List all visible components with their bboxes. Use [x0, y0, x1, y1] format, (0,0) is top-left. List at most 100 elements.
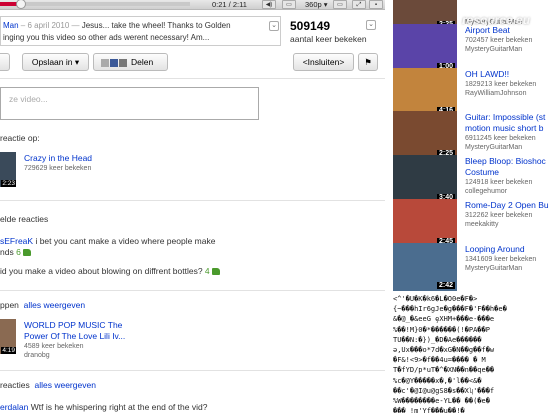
sidebar-video-item[interactable]: 3:40 Bleep Bloop: Bioshoc Costume 124918 ke… — [393, 155, 550, 203]
flag-button[interactable]: ⚑ — [358, 53, 378, 71]
video-duration: 2:42 — [436, 282, 455, 289]
video-uploader: meekakitty — [465, 221, 499, 228]
facebook-icon — [110, 58, 118, 67]
save-to-label: Opslaan in — [31, 57, 73, 67]
uploader-link[interactable]: Man — [3, 21, 19, 30]
email-icon — [101, 58, 109, 67]
video-title-link[interactable]: Power Of The Love Lili Iv... — [24, 331, 125, 341]
description-text: Jesus... take the wheel! Thanks to Golde… — [79, 21, 231, 30]
comment-text: i bet you cant make a video where people… — [33, 236, 216, 246]
cc-icon[interactable]: ▪ — [369, 0, 383, 9]
video-views: 4589 keer bekeken — [24, 343, 84, 350]
video-views: 312262 keer bekeken — [465, 212, 533, 219]
corrupted-text-line: %c�@Y�����x�,�'l��<&� — [393, 376, 482, 385]
corrupted-text-line: �F&!<9>�f��4u=���� � M — [393, 356, 486, 365]
sidebar-video-item[interactable]: 2:25 Guitar: Impossible (st motion music s… — [393, 111, 550, 159]
video-uploader: MysteryGuitarMan — [465, 46, 523, 53]
video-thumbnail[interactable]: 3:40 — [393, 155, 457, 203]
video-title-link[interactable]: Crazy in the Head — [24, 153, 92, 163]
upload-date: – 6 april 2010 — — [18, 21, 80, 30]
video-title-link[interactable]: Costume — [465, 167, 550, 178]
corrupted-text-line: &�@_�&eeG ȩXHM+���e-���e — [393, 315, 495, 324]
video-thumbnail[interactable]: 2:25 — [393, 111, 457, 159]
twitter-icon — [119, 58, 127, 67]
share-icons — [101, 55, 128, 71]
video-views: 1341609 keer bekeken — [465, 256, 537, 263]
corrupted-text-line: TU��N:�})_�D�Ae������ — [393, 335, 482, 344]
sidebar-video-item[interactable]: 1:00 Airport Beat 702457 keer bekeken Myste… — [393, 24, 550, 72]
share-button[interactable]: Delen — [93, 53, 168, 71]
divider — [0, 78, 385, 79]
sidebar-video-item[interactable]: 2:45 Rome-Day 2 Open Bu 312262 keer bekeke… — [393, 199, 550, 247]
sidebar-video-item[interactable]: 2:42 Looping Around 1341609 keer bekeken My… — [393, 243, 550, 291]
video-description: Man – 6 april 2010 — Jesus... take the w… — [0, 16, 281, 46]
video-views: 1829213 keer bekeken — [465, 81, 537, 88]
comment-score: 6 — [16, 247, 21, 257]
embed-button[interactable]: <Insluiten> — [293, 53, 354, 71]
video-views: 124918 keer bekeken — [465, 179, 533, 186]
video-thumbnail[interactable]: 1:00 — [393, 24, 457, 72]
corrupted-text-block: <^'�U�K�k6�L�O0e�F�> {~���hIr6gJe�g���F�'… — [393, 294, 550, 413]
video-uploader: MysteryGuitarMan — [465, 265, 523, 272]
divider — [0, 200, 385, 201]
comment-text: Wtf is he whispering right at the end of… — [28, 402, 208, 412]
view-count-box: 509149 aantal keer bekeken ⌄ — [290, 16, 377, 46]
comment-author-link[interactable]: erdalan — [0, 402, 28, 412]
view-count-label: aantal keer bekeken — [290, 34, 367, 44]
video-title-link[interactable]: OH LAWD!! — [465, 69, 550, 80]
comment-score: 4 — [204, 266, 210, 276]
video-duration: 4:19 — [1, 347, 16, 354]
video-title-link[interactable]: Bleep Bloop: Bioshoc — [465, 156, 550, 167]
video-thumbnail[interactable]: 2:23 — [0, 152, 16, 187]
corrupted-text-line: %��!M}0�*������(!�PA��P — [393, 325, 490, 334]
video-uploader: dranobg — [24, 352, 50, 359]
video-views: 729629 keer bekeken — [24, 165, 92, 172]
comment-author-link[interactable]: sEFreaK — [0, 236, 33, 246]
video-thumbnail[interactable]: 4:19 — [0, 319, 16, 354]
video-thumbnail[interactable]: 2:45 — [393, 199, 457, 247]
see-all-link[interactable]: alles weergeven — [35, 380, 96, 390]
comment-line: id you make a video about blowing on dif… — [0, 266, 220, 276]
view-count: 509149 — [290, 19, 331, 33]
all-comments-label: reacties — [0, 380, 30, 390]
video-thumbnail[interactable]: 4:16 — [393, 68, 457, 116]
video-responses-label: ppen — [0, 300, 19, 310]
watermark: resource.eu — [462, 13, 531, 27]
corrupted-text-line: T�fYD/p*uT�^�XN��n��qe�� — [393, 366, 495, 375]
video-responses-heading: ppen alles weergeven — [0, 300, 85, 310]
comment-input[interactable]: ze video... — [0, 87, 259, 120]
volume-icon[interactable]: ◀) — [262, 0, 276, 9]
thumbs-up-icon[interactable] — [211, 268, 220, 275]
chevron-down-icon[interactable]: ⌄ — [269, 21, 279, 31]
see-all-link[interactable]: alles weergeven — [24, 300, 85, 310]
video-title-link[interactable]: WORLD POP MUSIC The — [24, 320, 122, 330]
chevron-down-icon[interactable]: ⌄ — [366, 20, 376, 30]
progress-thumb[interactable] — [15, 0, 26, 9]
video-uploader: collegehumor — [465, 188, 508, 195]
video-title-link[interactable]: Rome-Day 2 Open Bu — [465, 200, 550, 211]
chevron-down-icon: ▾ — [74, 57, 80, 67]
divider — [0, 370, 385, 371]
quality-select[interactable]: 360p ▾ — [305, 0, 328, 9]
like-button[interactable] — [0, 53, 10, 71]
sidebar-video-item[interactable]: 4:16 OH LAWD!!1829213 keer bekeken RayWill… — [393, 68, 550, 116]
fullscreen-icon[interactable]: ⤢ — [352, 0, 366, 9]
video-title-link[interactable]: Looping Around — [465, 244, 550, 255]
corrupted-text-line: {~���hIr6gJe�g���F�'F��h�e� — [393, 305, 507, 314]
video-views: 6911245 keer bekeken — [465, 135, 536, 142]
progress-bar[interactable] — [0, 0, 190, 9]
comment-line: sEFreaK i bet you cant make a video wher… — [0, 236, 215, 246]
save-to-button[interactable]: Opslaan in ▾ — [22, 53, 89, 71]
player-controls: 0:21 / 2:11 ◀) ▭ 360p ▾ ▭ ⤢ ▪ — [0, 0, 385, 10]
video-title-link[interactable]: Guitar: Impossible (st — [465, 112, 550, 123]
thumbs-up-icon[interactable] — [22, 249, 31, 256]
video-title-link[interactable]: motion music short b — [465, 123, 550, 134]
widescreen-icon[interactable]: ▭ — [333, 0, 347, 9]
flag-icon: ⚑ — [364, 57, 372, 67]
corrupted-text-line: ��� !m'Yf���u��!� — [393, 407, 465, 413]
video-uploader: RayWilliamJohnson — [465, 90, 527, 97]
popout-icon[interactable]: ▭ — [282, 0, 296, 9]
video-thumbnail[interactable]: 2:42 — [393, 243, 457, 291]
description-line-1: Man – 6 april 2010 — Jesus... take the w… — [3, 21, 231, 30]
video-uploader: MysteryGuitarMan — [465, 144, 523, 151]
